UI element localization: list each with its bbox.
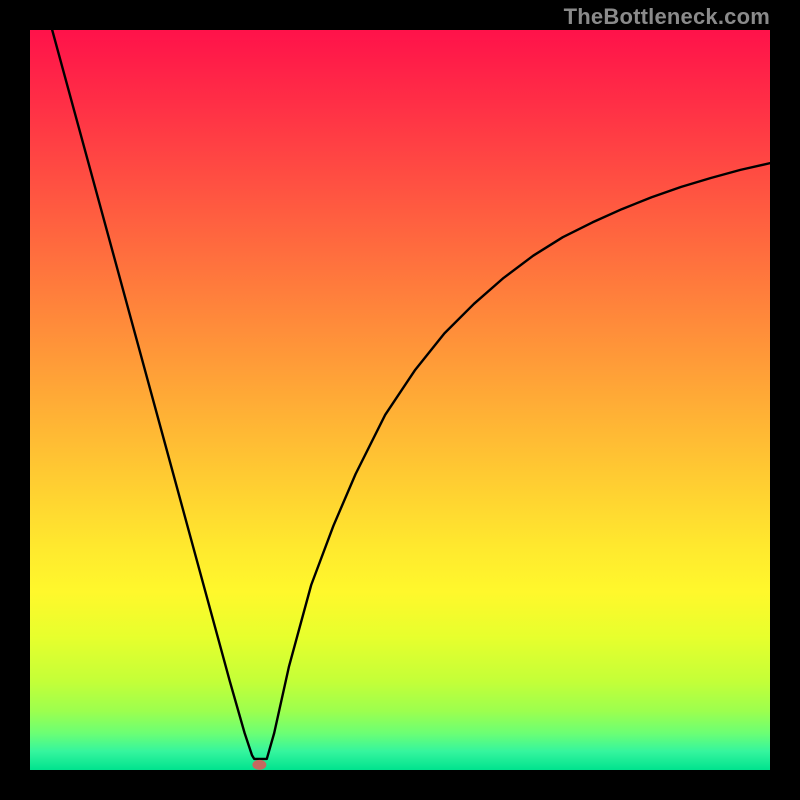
- optimum-marker: [252, 760, 266, 770]
- chart-frame: TheBottleneck.com: [0, 0, 800, 800]
- gradient-background: [30, 30, 770, 770]
- watermark-text: TheBottleneck.com: [564, 4, 770, 30]
- plot-area: [30, 30, 770, 770]
- chart-svg: [30, 30, 770, 770]
